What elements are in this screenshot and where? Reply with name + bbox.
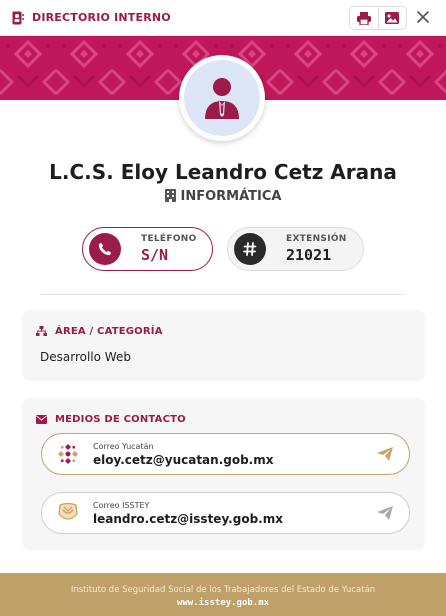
extension-pill[interactable]: EXTENSIÓN 21021 xyxy=(227,227,364,271)
contact-title: MEDIOS DE CONTACTO xyxy=(36,414,186,425)
department: INFORMÁTICA xyxy=(0,189,446,204)
area-card: ÁREA / CATEGORÍA Desarrollo Web xyxy=(22,310,425,381)
contact-card: MEDIOS DE CONTACTO Correo Yucatán eloy.c… xyxy=(22,398,425,550)
employee-name: L.C.S. Eloy Leandro Cetz Arana xyxy=(49,160,397,184)
email-label: Correo ISSTEY xyxy=(93,500,150,510)
email-address: leandro.cetz@isstey.gob.mx xyxy=(93,511,283,526)
print-button[interactable] xyxy=(350,7,378,29)
image-icon xyxy=(385,12,400,24)
hashtag-icon xyxy=(243,242,257,256)
phone-label: TELÉFONO xyxy=(141,234,197,244)
footer-url[interactable]: www.isstey.gob.mx xyxy=(0,598,446,608)
footer-institution: Instituto de Seguridad Social de los Tra… xyxy=(70,585,376,595)
send-icon xyxy=(377,506,393,520)
extension-value: 21021 xyxy=(286,246,332,264)
envelope-icon xyxy=(36,415,47,424)
area-value: Desarrollo Web xyxy=(40,350,131,364)
save-image-button[interactable] xyxy=(377,7,406,29)
close-icon xyxy=(417,11,429,23)
printer-icon xyxy=(356,11,371,25)
department-label: INFORMÁTICA xyxy=(180,189,282,204)
email-yucatan-row[interactable]: Correo Yucatán eloy.cetz@yucatan.gob.mx xyxy=(41,433,410,475)
footer: Instituto de Seguridad Social de los Tra… xyxy=(0,573,446,616)
extension-label: EXTENSIÓN xyxy=(286,234,347,244)
window-title: DIRECTORIO INTERNO xyxy=(32,11,171,24)
sitemap-icon xyxy=(36,326,47,336)
avatar xyxy=(179,55,265,141)
contact-card-icon xyxy=(12,11,24,25)
user-tie-icon xyxy=(205,78,239,119)
email-label: Correo Yucatán xyxy=(93,441,154,451)
send-icon xyxy=(377,447,393,461)
phone-value: S/N xyxy=(141,246,169,264)
phone-pill[interactable]: TELÉFONO S/N xyxy=(82,227,213,271)
window-header: DIRECTORIO INTERNO xyxy=(0,0,446,36)
email-isstey-row[interactable]: Correo ISSTEY leandro.cetz@isstey.gob.mx xyxy=(41,492,410,534)
building-icon xyxy=(164,189,176,202)
yucatan-logo-icon xyxy=(58,444,78,464)
divider xyxy=(41,294,405,295)
area-title: ÁREA / CATEGORÍA xyxy=(36,326,163,337)
header-action-group xyxy=(349,6,407,30)
email-address: eloy.cetz@yucatan.gob.mx xyxy=(93,452,274,467)
isstey-logo-icon xyxy=(58,502,78,520)
close-button[interactable] xyxy=(413,6,433,28)
phone-icon xyxy=(98,242,112,256)
